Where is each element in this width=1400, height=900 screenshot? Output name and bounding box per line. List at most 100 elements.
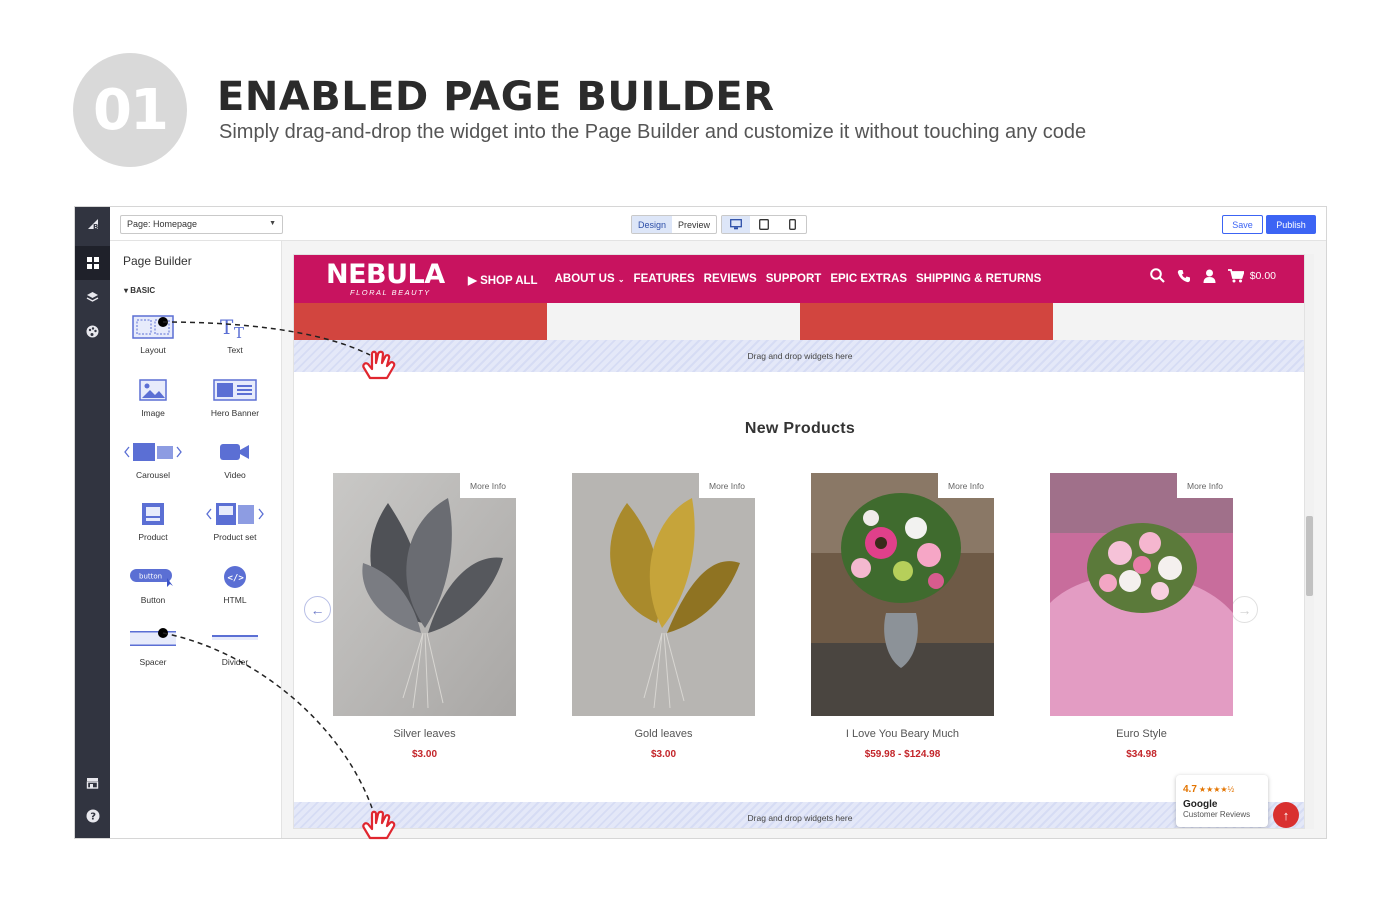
google-reviews-badge[interactable]: 4.7 ★★★★½ Google Customer Reviews xyxy=(1176,775,1268,827)
widgets-icon[interactable] xyxy=(75,246,110,280)
image-icon xyxy=(118,372,188,408)
store-logo[interactable]: NEBULA FLORAL BEAUTY xyxy=(326,259,445,298)
review-score: 4.7 xyxy=(1183,784,1197,795)
widget-carousel[interactable]: Carousel xyxy=(118,434,188,480)
save-button[interactable]: Save xyxy=(1222,215,1263,234)
widget-label: HTML xyxy=(223,595,247,605)
product-card[interactable]: More Info I Love You Beary Much $59.98 -… xyxy=(811,473,994,760)
svg-text:?: ? xyxy=(90,812,96,823)
widget-button[interactable]: button Button xyxy=(118,559,188,605)
more-info-button[interactable]: More Info xyxy=(460,473,516,498)
builder-topbar: Page: Homepage ▼ Design Preview Save Pub… xyxy=(110,207,1326,241)
product-name[interactable]: I Love You Beary Much xyxy=(811,728,994,740)
nav-features[interactable]: FEATURES xyxy=(634,273,695,287)
store-logo-text: NEBULA xyxy=(326,259,445,290)
nav-shop-all[interactable]: ▶︎ SHOP ALL xyxy=(468,273,538,287)
tablet-icon[interactable] xyxy=(750,216,778,233)
section-title: New Products xyxy=(744,420,856,437)
hero-title: ENABLED PAGE BUILDER xyxy=(217,74,775,120)
widget-label: Image xyxy=(141,408,165,418)
product-card[interactable]: More Info Silver leaves $3.00 xyxy=(333,473,516,760)
chevron-down-icon: ▼ xyxy=(269,220,276,227)
product-name[interactable]: Euro Style xyxy=(1050,728,1233,740)
product-image-silver-leaves[interactable]: More Info xyxy=(333,473,516,716)
section-basic[interactable]: ▾ BASIC xyxy=(124,286,155,295)
carousel-prev-button[interactable]: ← xyxy=(304,596,331,623)
tab-preview[interactable]: Preview xyxy=(672,216,716,233)
nav-support[interactable]: SUPPORT xyxy=(766,273,822,287)
canvas-scrollbar[interactable] xyxy=(1305,254,1314,829)
widget-text[interactable]: TT Text xyxy=(200,309,270,355)
widget-layout[interactable]: Layout xyxy=(118,309,188,355)
button-icon-text: button xyxy=(139,573,162,581)
widget-divider[interactable]: Divider xyxy=(200,621,270,667)
cart-icon[interactable] xyxy=(1227,268,1244,283)
widget-spacer[interactable]: Spacer xyxy=(118,621,188,667)
banner-image-4 xyxy=(1053,303,1304,340)
more-info-button[interactable]: More Info xyxy=(1177,473,1233,498)
product-card[interactable]: More Info Gold leaves $3.00 xyxy=(572,473,755,760)
search-icon[interactable] xyxy=(1149,268,1165,283)
carousel-next-button[interactable]: → xyxy=(1231,596,1258,623)
page-select-dropdown[interactable]: Page: Homepage ▼ xyxy=(120,215,283,234)
widget-html[interactable]: </> HTML xyxy=(200,559,270,605)
widget-label: Product xyxy=(138,532,168,542)
help-icon[interactable]: ? xyxy=(75,799,110,833)
product-image-gold-leaves[interactable]: More Info xyxy=(572,473,755,716)
nav-label: ABOUT US xyxy=(554,273,615,285)
widget-image[interactable]: Image xyxy=(118,372,188,418)
product-price: $34.98 xyxy=(1126,749,1157,760)
divider-icon xyxy=(200,621,270,657)
account-icon[interactable] xyxy=(1203,269,1216,283)
widget-video[interactable]: Video xyxy=(200,434,270,480)
canvas-preview: NEBULA FLORAL BEAUTY ▶︎ SHOP ALL ABOUT U… xyxy=(293,254,1305,829)
more-info-button[interactable]: More Info xyxy=(699,473,755,498)
page-builder-window: B ? Page: Homepage ▼ Design Preview Save… xyxy=(74,206,1327,839)
storefront-icon[interactable] xyxy=(75,766,110,800)
nav-about-us[interactable]: ABOUT US ⌄ xyxy=(555,273,625,287)
svg-text:B: B xyxy=(93,223,98,231)
hero-subtitle: Simply drag-and-drop the widget into the… xyxy=(219,121,1087,143)
tab-design[interactable]: Design xyxy=(632,216,673,233)
svg-text:T: T xyxy=(234,324,244,340)
store-header: NEBULA FLORAL BEAUTY ▶︎ SHOP ALL ABOUT U… xyxy=(294,255,1304,303)
nav-shipping-returns[interactable]: SHIPPING & RETURNS xyxy=(916,273,1041,287)
widget-label: Product set xyxy=(213,532,257,542)
phone-icon[interactable] xyxy=(1177,269,1191,283)
drop-zone-bottom[interactable]: Drag and drop widgets here xyxy=(294,802,1304,828)
spacer-icon xyxy=(118,621,188,657)
widget-hero-banner[interactable]: Hero Banner xyxy=(200,372,270,418)
banner-image-2 xyxy=(547,303,800,340)
widget-product-set[interactable]: Product set xyxy=(200,496,270,542)
carousel-icon xyxy=(118,434,188,470)
banner-image-3 xyxy=(800,303,1053,340)
nav-reviews[interactable]: REVIEWS xyxy=(704,273,757,287)
widget-label: Hero Banner xyxy=(210,408,260,418)
product-card[interactable]: More Info Euro Style $34.98 xyxy=(1050,473,1233,760)
mobile-icon[interactable] xyxy=(778,216,806,233)
product-image-euro-style[interactable]: More Info xyxy=(1050,473,1233,716)
layout-icon xyxy=(118,309,188,345)
layers-icon[interactable] xyxy=(75,280,110,314)
scrollbar-thumb[interactable] xyxy=(1306,516,1313,596)
banner-image-1 xyxy=(294,303,547,340)
drop-zone-top[interactable]: Drag and drop widgets here xyxy=(294,340,1304,372)
product-name[interactable]: Silver leaves xyxy=(333,728,516,740)
header-actions: $0.00 xyxy=(1149,268,1276,283)
more-info-button[interactable]: More Info xyxy=(938,473,994,498)
device-toggle xyxy=(721,215,807,234)
palette-icon[interactable] xyxy=(75,314,110,348)
cart-total[interactable]: $0.00 xyxy=(1250,270,1276,282)
desktop-icon[interactable] xyxy=(722,216,750,233)
product-name[interactable]: Gold leaves xyxy=(572,728,755,740)
text-icon: TT xyxy=(200,309,270,345)
hero-banner-icon xyxy=(200,372,270,408)
widget-panel: Page Builder ▾ BASIC Layout TT Text Imag… xyxy=(110,241,282,838)
publish-button[interactable]: Publish xyxy=(1266,215,1316,234)
step-number: 01 xyxy=(93,77,169,143)
widget-product[interactable]: Product xyxy=(118,496,188,542)
product-image-i-love-you-beary-much[interactable]: More Info xyxy=(811,473,994,716)
scroll-to-top-button[interactable]: ↑ xyxy=(1273,802,1299,828)
bigcommerce-logo-icon[interactable]: B xyxy=(75,207,110,241)
nav-epic-extras[interactable]: EPIC EXTRAS xyxy=(830,273,907,287)
